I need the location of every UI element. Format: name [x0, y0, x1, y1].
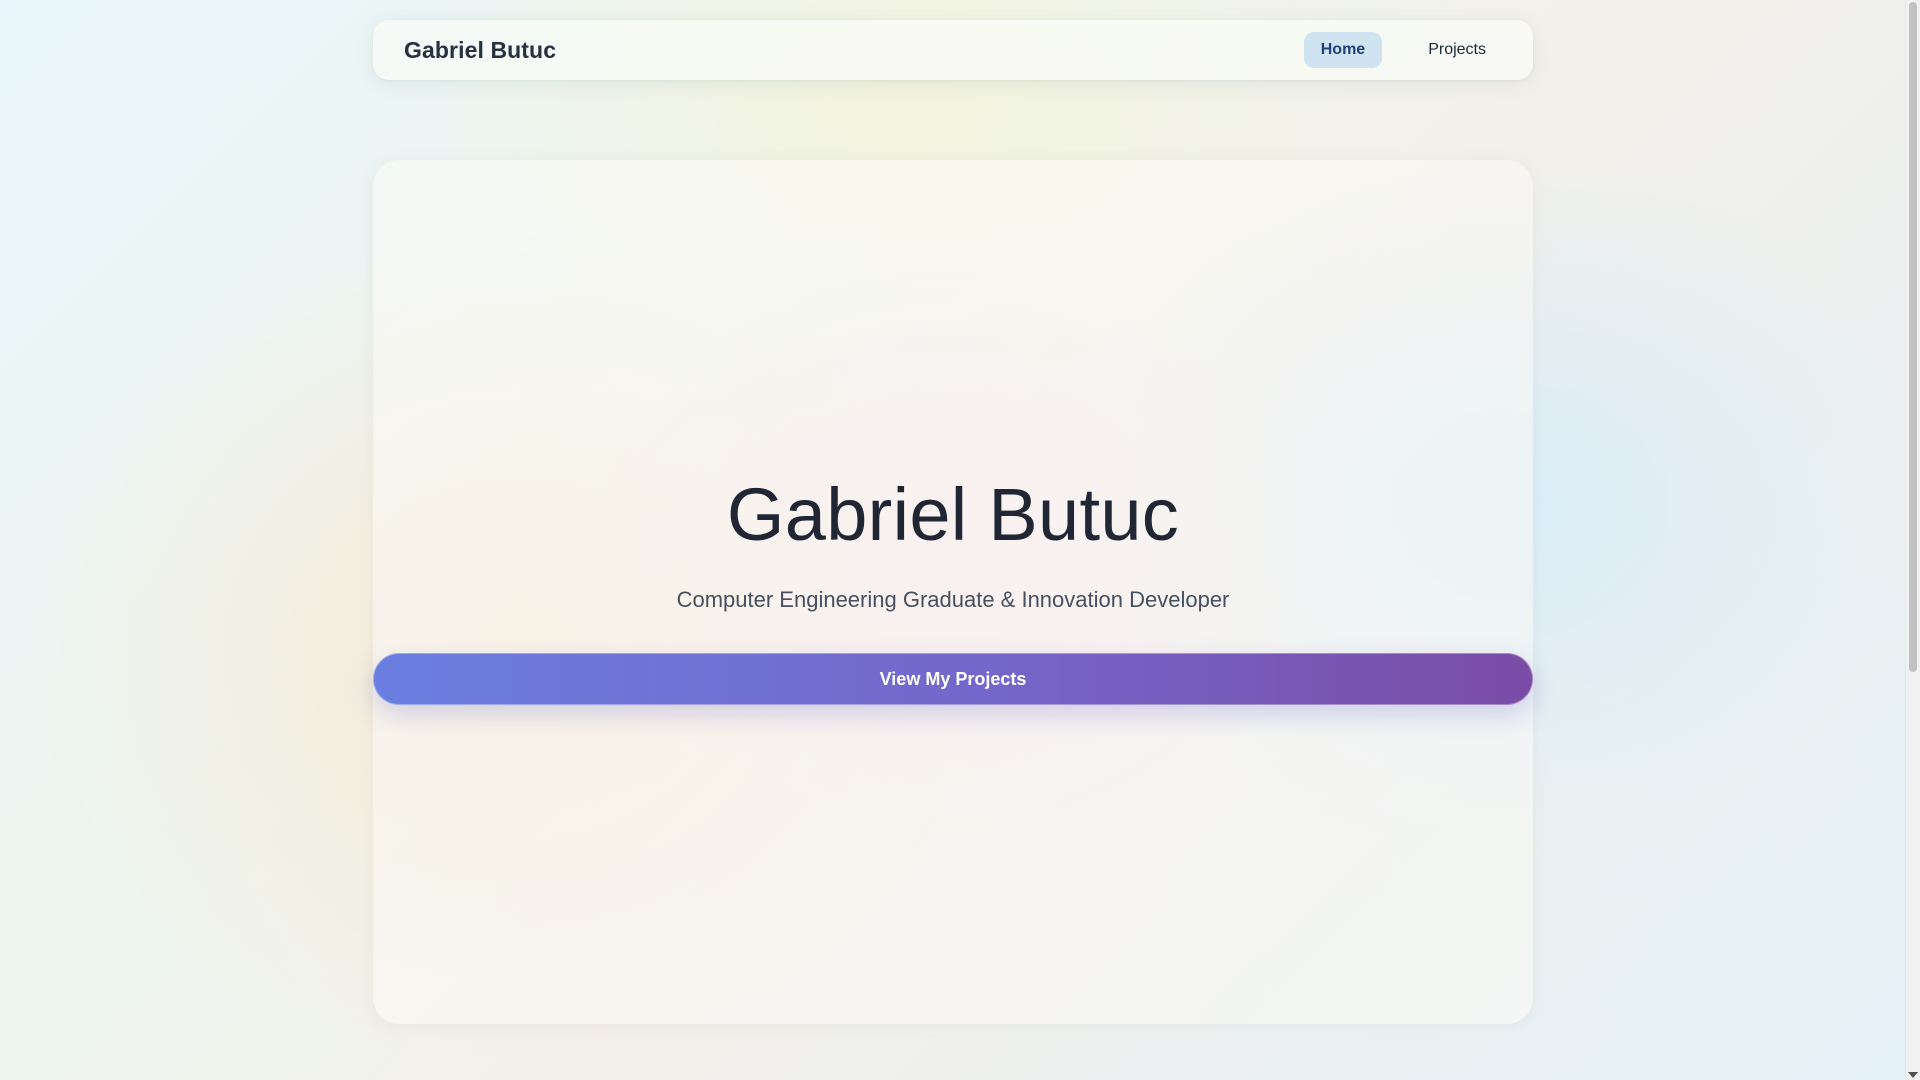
hero-subtitle: Computer Engineering Graduate & Innovati…: [676, 587, 1230, 612]
page-scrollbar[interactable]: [1905, 0, 1920, 1080]
nav-link-projects[interactable]: Projects: [1411, 32, 1503, 68]
view-projects-button[interactable]: View My Projects: [373, 653, 1533, 705]
scrollbar-thumb[interactable]: [1909, 2, 1917, 672]
hero-card: Gabriel Butuc Computer Engineering Gradu…: [373, 160, 1533, 1024]
brand-logo-text[interactable]: Gabriel Butuc: [404, 37, 556, 64]
nav-links: Home Projects: [1303, 32, 1503, 68]
nav-link-home[interactable]: Home: [1303, 32, 1383, 68]
scroll-down-arrow-icon[interactable]: [1908, 1072, 1918, 1078]
hero-title: Gabriel Butuc: [726, 473, 1180, 556]
navbar: Gabriel Butuc Home Projects: [373, 20, 1533, 80]
